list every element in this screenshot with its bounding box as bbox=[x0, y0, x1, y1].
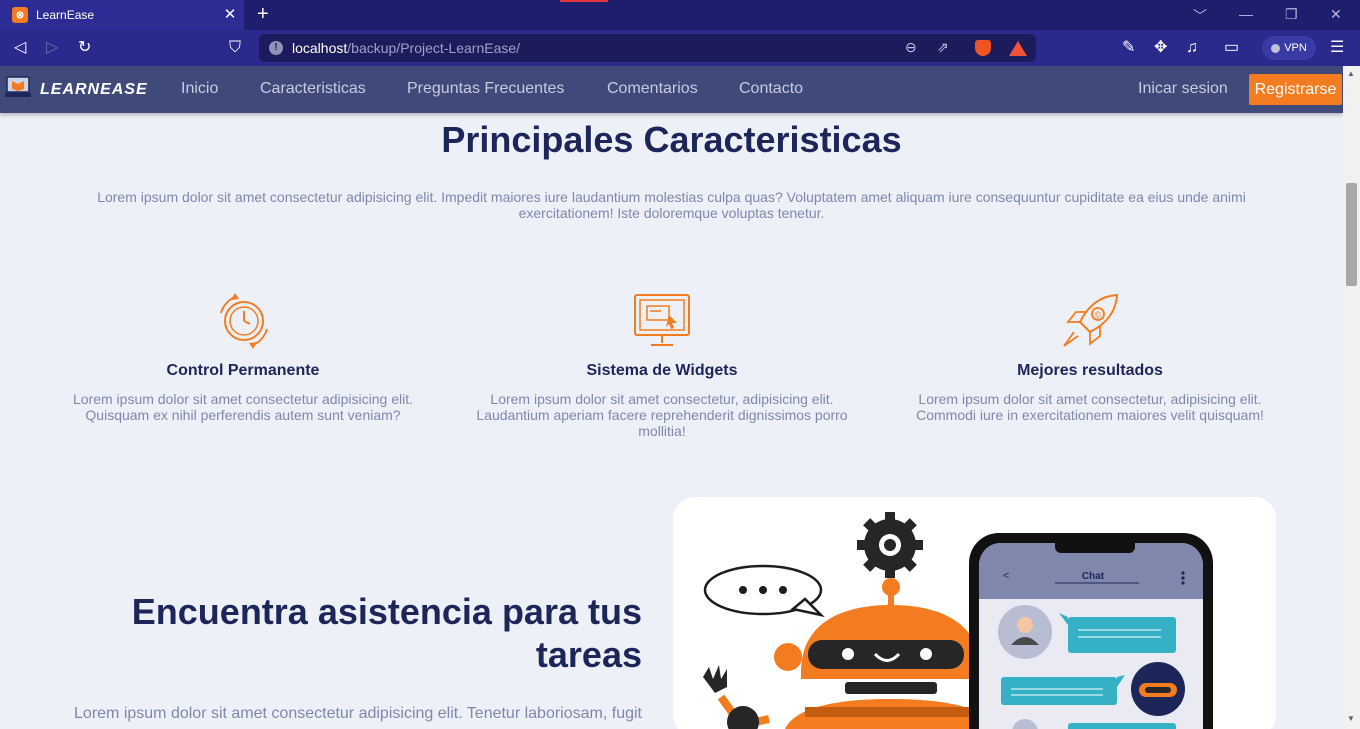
gear-icon bbox=[857, 512, 923, 578]
assist-title: Encuentra asistencia para tus tareas bbox=[131, 591, 642, 675]
scroll-up-arrow-icon[interactable]: ▲ bbox=[1347, 69, 1355, 78]
clock-icon bbox=[220, 293, 268, 349]
page-scrollbar[interactable]: ▲ ▼ bbox=[1343, 66, 1360, 729]
site-info-icon[interactable]: ! bbox=[269, 41, 283, 55]
feature-desc-resultados: Lorem ipsum dolor sit amet consectetur, … bbox=[916, 391, 1264, 423]
nav-comentarios[interactable]: Comentarios bbox=[607, 80, 698, 98]
book-laptop-logo-icon bbox=[5, 76, 31, 97]
forward-icon[interactable]: ▷ bbox=[46, 38, 58, 58]
address-bar[interactable]: ! localhost/backup/Project-LearnEase/ ⊖ … bbox=[259, 34, 1036, 62]
feature-desc-widgets: Lorem ipsum dolor sit amet consectetur, … bbox=[476, 391, 848, 439]
nav-contacto[interactable]: Contacto bbox=[739, 80, 803, 98]
features-title: Principales Caracteristicas bbox=[441, 119, 902, 160]
minimize-icon[interactable]: — bbox=[1239, 6, 1253, 22]
scroll-down-arrow-icon[interactable]: ▼ bbox=[1347, 714, 1355, 723]
browser-tab-bar: ⊗ LearnEase ✕ + ﹀ — ❐ ✕ bbox=[0, 0, 1360, 30]
feature-title-control: Control Permanente bbox=[166, 362, 320, 379]
svg-text:©: © bbox=[1095, 310, 1102, 320]
nav-caracteristicas[interactable]: Caracteristicas bbox=[260, 80, 366, 98]
tab-search-chevron-icon[interactable]: ﹀ bbox=[1193, 6, 1207, 26]
tab-strip-indicator bbox=[560, 0, 608, 2]
url-host: localhost bbox=[292, 40, 348, 56]
brave-shields-icon[interactable] bbox=[975, 40, 991, 56]
browser-toolbar: ◁ ▷ ↻ ⛉ ! localhost/backup/Project-Learn… bbox=[0, 30, 1360, 66]
xampp-favicon-icon: ⊗ bbox=[12, 7, 28, 23]
nav-preguntas-frecuentes[interactable]: Preguntas Frecuentes bbox=[407, 80, 564, 98]
close-tab-icon[interactable]: ✕ bbox=[222, 7, 238, 23]
menu-icon[interactable]: ☰ bbox=[1330, 38, 1344, 58]
nav-inicio[interactable]: Inicio bbox=[181, 80, 218, 98]
feature-title-widgets: Sistema de Widgets bbox=[586, 362, 738, 379]
vpn-label: VPN bbox=[1284, 42, 1307, 54]
assist-illustration-card: < Chat bbox=[673, 497, 1276, 729]
browser-tab[interactable]: ⊗ LearnEase ✕ bbox=[0, 0, 244, 30]
phone-icon: < Chat bbox=[969, 533, 1213, 729]
restore-icon[interactable]: ❐ bbox=[1285, 6, 1298, 23]
login-link[interactable]: Inicar sesion bbox=[1138, 80, 1228, 98]
vpn-button[interactable]: VPN bbox=[1262, 36, 1316, 60]
eyedropper-icon[interactable]: ✎ bbox=[1122, 38, 1135, 58]
monitor-widget-icon bbox=[634, 294, 690, 346]
site-logo-text[interactable]: LEARNEASE bbox=[40, 81, 148, 99]
extensions-icon[interactable]: ✥ bbox=[1154, 38, 1167, 58]
robot-chat-illustration: < Chat bbox=[703, 512, 1213, 729]
chat-back-arrow[interactable]: < bbox=[1003, 570, 1009, 582]
new-tab-button[interactable]: + bbox=[257, 4, 269, 24]
chat-header-title: Chat bbox=[1082, 571, 1105, 582]
register-button[interactable]: Registrarse bbox=[1249, 74, 1342, 105]
close-window-icon[interactable]: ✕ bbox=[1330, 6, 1342, 23]
bookmark-icon[interactable]: ⛉ bbox=[229, 38, 241, 58]
share-icon[interactable]: ⇗ bbox=[937, 39, 949, 56]
speech-bubble-icon bbox=[703, 564, 825, 618]
feature-desc-control: Lorem ipsum dolor sit amet consectetur a… bbox=[72, 391, 414, 423]
scrollbar-thumb[interactable] bbox=[1346, 183, 1357, 286]
back-icon[interactable]: ◁ bbox=[14, 38, 26, 58]
assist-description: Lorem ipsum dolor sit amet consectetur a… bbox=[74, 705, 642, 722]
reload-icon[interactable]: ↻ bbox=[78, 38, 91, 58]
brave-rewards-icon[interactable] bbox=[1009, 41, 1027, 56]
feature-title-resultados: Mejores resultados bbox=[1017, 362, 1163, 379]
rocket-icon: © bbox=[1063, 293, 1119, 347]
vpn-status-icon bbox=[1271, 43, 1281, 53]
zoom-icon[interactable]: ⊖ bbox=[905, 39, 917, 56]
features-intro: Lorem ipsum dolor sit amet consectetur a… bbox=[97, 189, 1246, 221]
site-header: LEARNEASE Inicio Caracteristicas Pregunt… bbox=[0, 66, 1343, 113]
wallet-icon[interactable]: ▭ bbox=[1224, 38, 1239, 58]
media-icon[interactable]: ♫ bbox=[1186, 38, 1198, 58]
url-path: /backup/Project-LearnEase/ bbox=[347, 40, 521, 56]
tab-title: LearnEase bbox=[36, 8, 95, 22]
url-text: localhost/backup/Project-LearnEase/ bbox=[292, 40, 520, 56]
